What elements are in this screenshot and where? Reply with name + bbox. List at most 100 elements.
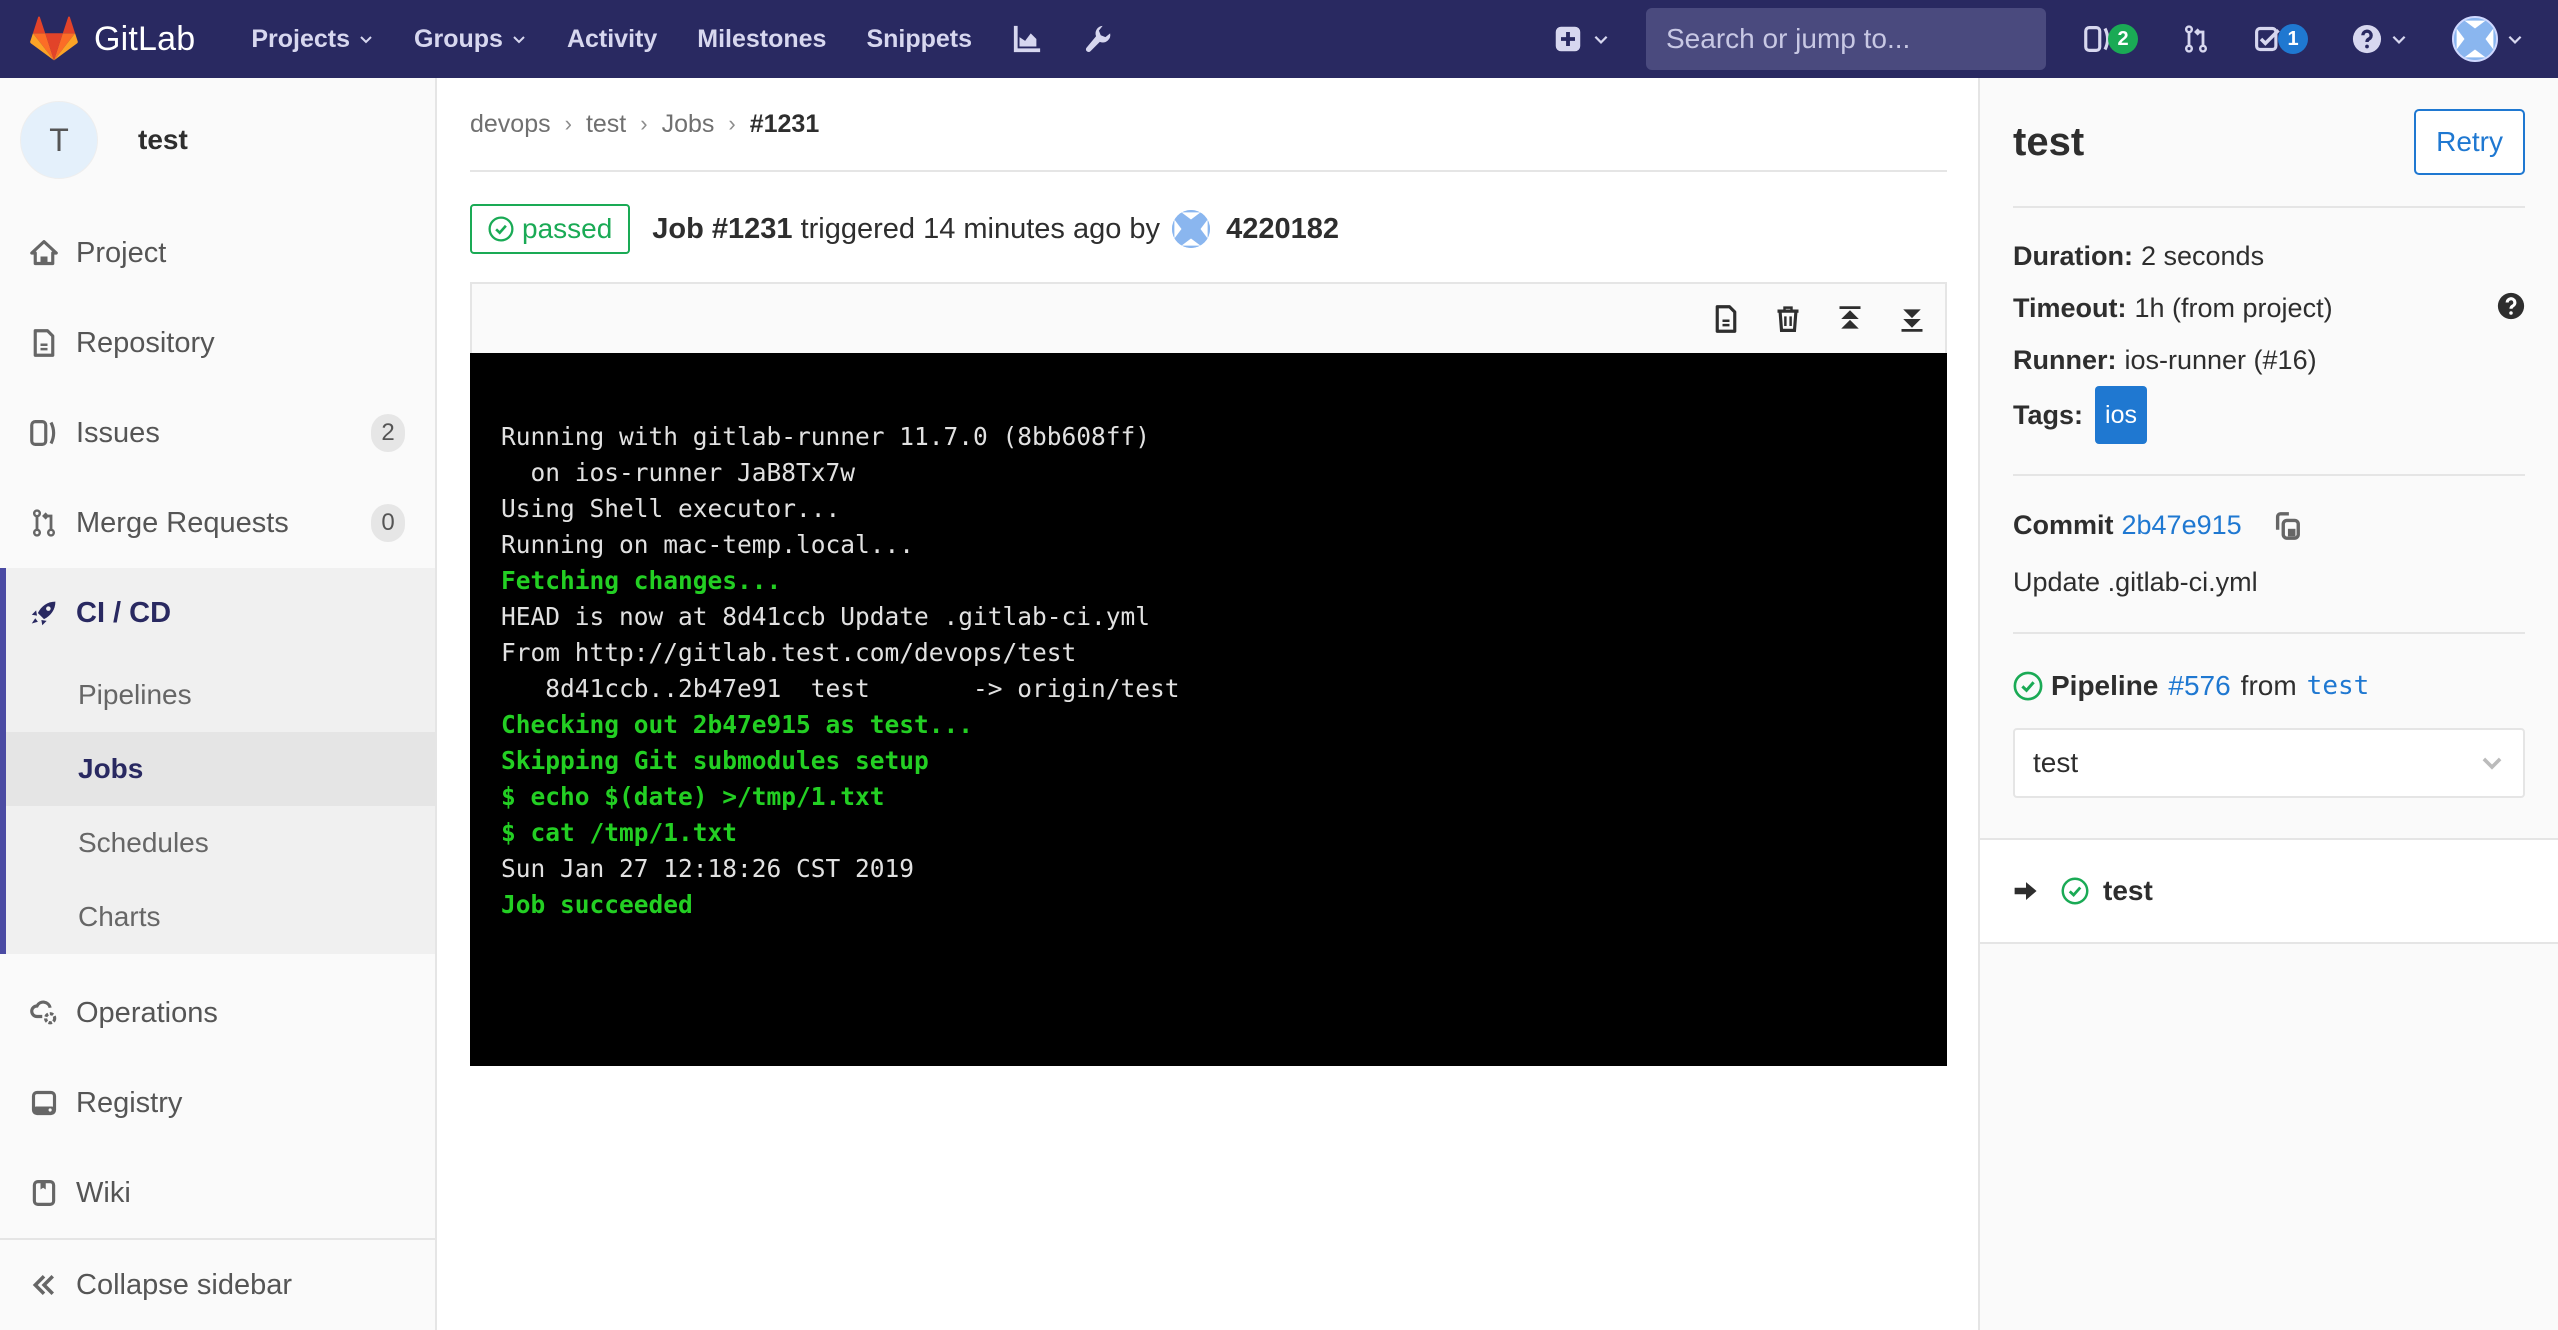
sidebar-item-ci-cd[interactable]: CI / CD (6, 568, 435, 658)
pipeline-ref-link[interactable]: test (2307, 671, 2370, 701)
identicon-icon (1172, 210, 1211, 248)
user-avatar (2452, 16, 2498, 62)
status-success-icon[interactable] (2013, 671, 2043, 701)
trigger-user-avatar[interactable] (1172, 210, 1211, 248)
timeout-label: Timeout: (2013, 293, 2127, 323)
sidebar-subitem-pipelines[interactable]: Pipelines (6, 658, 435, 732)
gitlab-home-link[interactable]: GitLab (30, 0, 195, 78)
nav-milestones[interactable]: Milestones (697, 25, 826, 54)
stage-job-item[interactable]: test (1980, 838, 2558, 944)
stage-job-name: test (2103, 875, 2153, 906)
nav-analytics[interactable] (1012, 24, 1042, 54)
nav-activity[interactable]: Activity (567, 25, 657, 54)
scroll-top-icon (1839, 305, 1861, 329)
job-trigger-text: triggered 14 minutes ago by (800, 212, 1161, 245)
duration-label: Duration: (2013, 241, 2133, 271)
breadcrumb-current[interactable]: #1231 (750, 110, 820, 139)
status-badge[interactable]: passed (470, 204, 631, 254)
help-icon[interactable] (2497, 292, 2525, 320)
job-details-header: test Retry (2013, 78, 2525, 208)
raw-log-button[interactable] (1711, 304, 1741, 334)
merge-requests-link[interactable] (2182, 24, 2210, 54)
trigger-user-name[interactable]: 4220182 (1226, 213, 1339, 246)
nav-projects[interactable]: Projects (251, 25, 374, 54)
sidebar-item-issues[interactable]: Issues 2 (0, 388, 435, 478)
breadcrumb-jobs[interactable]: Jobs (662, 110, 715, 139)
nav-projects-label: Projects (251, 24, 351, 53)
plus-square-icon (1555, 26, 1581, 52)
commit-row: Commit 2b47e915 (2013, 510, 2525, 541)
retry-button[interactable]: Retry (2414, 109, 2525, 175)
issues-count-badge: 2 (2108, 24, 2138, 54)
scroll-bottom-icon (1901, 308, 1923, 332)
job-id: Job #1231 (652, 212, 793, 245)
sidebar-item-label: Merge Requests (76, 506, 289, 539)
sidebar-item-label: Operations (76, 996, 218, 1029)
stage-selected: test (2033, 747, 2079, 778)
nav-admin[interactable] (1082, 24, 1112, 54)
search-input[interactable] (1666, 23, 2027, 55)
sidebar-item-project[interactable]: Project (0, 208, 435, 298)
issues-count: 2 (371, 414, 405, 452)
project-avatar: T (20, 101, 98, 179)
chevron-down-icon (2392, 35, 2406, 44)
pipeline-from-text: from (2240, 670, 2297, 701)
trash-icon (1777, 305, 1799, 332)
help-dropdown[interactable] (2352, 24, 2408, 54)
collapse-sidebar-label: Collapse sidebar (76, 1268, 293, 1301)
log-line: Running with gitlab-runner 11.7.0 (8bb60… (501, 422, 1151, 451)
log-line: Job succeeded (501, 890, 693, 919)
sidebar-subitem-charts[interactable]: Charts (6, 880, 435, 954)
log-line: Checking out 2b47e915 as test... (501, 710, 974, 739)
rocket-icon (31, 601, 56, 626)
commit-message: Update .gitlab-ci.yml (2013, 567, 2258, 597)
chevron-down-icon (1594, 35, 1608, 44)
project-context[interactable]: T test (0, 78, 435, 202)
nav-snippets[interactable]: Snippets (866, 25, 972, 54)
sidebar-subitem-schedules[interactable]: Schedules (6, 806, 435, 880)
copy-icon[interactable] (2272, 511, 2302, 541)
merge-request-icon (32, 509, 56, 537)
sidebar-item-registry[interactable]: Registry (0, 1058, 435, 1148)
user-menu[interactable] (2452, 16, 2524, 62)
job-header: passed Job #1231 triggered 14 minutes ag… (470, 204, 1339, 254)
commit-sha-link[interactable]: 2b47e915 (2122, 510, 2242, 541)
erase-log-button[interactable] (1773, 304, 1803, 334)
breadcrumb: devops › test › Jobs › #1231 (470, 78, 1947, 172)
tags-label: Tags: (2013, 400, 2084, 430)
new-dropdown[interactable] (1554, 25, 1610, 53)
sidebar-item-wiki[interactable]: Wiki (0, 1148, 435, 1238)
sidebar-item-merge-requests[interactable]: Merge Requests 0 (0, 478, 435, 568)
stage-dropdown[interactable]: test (2013, 728, 2525, 798)
pipeline-id-link[interactable]: #576 (2168, 670, 2230, 702)
breadcrumb-separator-icon: › (728, 111, 736, 136)
tags-row: Tags: ios (2013, 386, 2525, 444)
log-toolbar (470, 282, 1947, 353)
sidebar-item-label: Project (76, 236, 167, 269)
breadcrumb-devops[interactable]: devops (470, 110, 551, 139)
doc-icon (33, 329, 55, 357)
nav-groups[interactable]: Groups (414, 25, 527, 54)
search-box[interactable] (1646, 8, 2046, 70)
collapse-sidebar-button[interactable]: Collapse sidebar (0, 1238, 435, 1330)
duration-row: Duration: 2 seconds (2013, 230, 2525, 282)
sidebar-item-operations[interactable]: Operations (0, 968, 435, 1058)
sidebar-item-label: CI / CD (76, 596, 172, 629)
sidebar-subitem-jobs[interactable]: Jobs (6, 732, 435, 806)
timeout-value: 1h (from project) (2134, 293, 2333, 323)
issues-link[interactable]: 2 (2084, 24, 2138, 54)
cloud-gear-icon (30, 1000, 57, 1025)
sidebar-item-repository[interactable]: Repository (0, 298, 435, 388)
todos-link[interactable]: 1 (2254, 24, 2308, 54)
duration-value: 2 seconds (2140, 241, 2265, 271)
sidebar-item-label: Repository (76, 326, 215, 359)
wrench-icon (1085, 25, 1111, 52)
question-circle-icon (2352, 24, 2382, 54)
job-log: Running with gitlab-runner 11.7.0 (8bb60… (470, 282, 1947, 1066)
commit-label: Commit (2013, 510, 2114, 540)
status-success-icon (2061, 877, 2089, 905)
breadcrumb-test[interactable]: test (586, 110, 626, 139)
scroll-bottom-button[interactable] (1897, 304, 1927, 334)
gitlab-logo-icon (30, 16, 78, 61)
scroll-top-button[interactable] (1835, 304, 1865, 334)
